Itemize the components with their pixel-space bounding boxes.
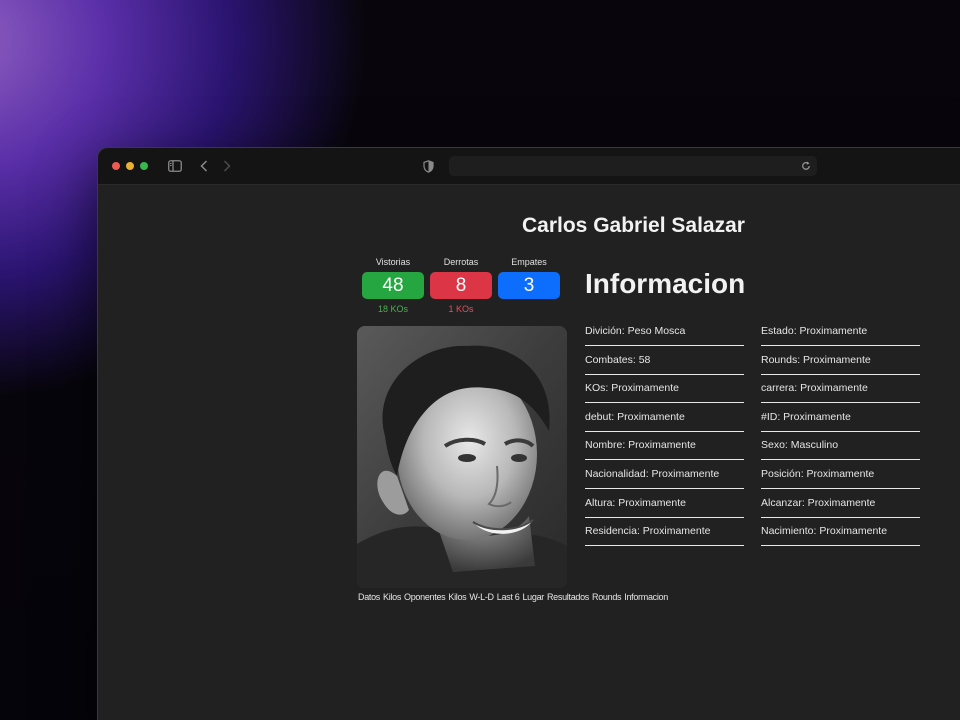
info-row: #ID: Proximamente xyxy=(761,405,920,432)
wins-stat: Vistorias 48 18 KOs xyxy=(362,255,424,315)
info-row: Nombre: Proximamente xyxy=(585,433,744,461)
info-row: Posición: Proximamente xyxy=(761,462,920,489)
info-column-right: Estado: Proximamente Rounds: Proximament… xyxy=(761,319,920,548)
tab-wld[interactable]: W-L-D xyxy=(469,592,494,602)
info-row: Combates: 58 xyxy=(585,348,744,375)
maximize-window-button[interactable] xyxy=(140,162,148,170)
tab-informacion[interactable]: Informacion xyxy=(624,592,668,602)
draws-sub-text xyxy=(498,303,560,315)
draws-stat: Empates 3 xyxy=(498,255,560,315)
tab-rounds[interactable]: Rounds xyxy=(592,592,622,602)
wins-kos-text: 18 KOs xyxy=(377,304,408,314)
tab-kilos[interactable]: Kilos xyxy=(383,592,401,602)
address-bar[interactable] xyxy=(449,156,817,176)
tab-oponentes[interactable]: Oponentes xyxy=(404,592,446,602)
tab-resultados[interactable]: Resultados xyxy=(547,592,589,602)
tab-datos[interactable]: Datos xyxy=(358,592,380,602)
close-window-button[interactable] xyxy=(112,162,120,170)
reload-icon[interactable] xyxy=(799,159,813,173)
info-row: debut: Proximamente xyxy=(585,405,744,432)
losses-stat: Derrotas 8 1 KOs xyxy=(430,255,492,315)
info-row: carrera: Proximamente xyxy=(761,376,920,404)
section-tabs: Datos Kilos Oponentes Kilos W-L-D Last 6… xyxy=(358,592,671,602)
info-row: Residencia: Proximamente xyxy=(585,519,744,547)
draws-label: Empates xyxy=(511,257,547,267)
fighter-photo xyxy=(357,326,567,588)
tab-lugar[interactable]: Lugar xyxy=(522,592,544,602)
browser-toolbar xyxy=(98,148,960,185)
back-icon[interactable] xyxy=(197,157,211,175)
info-row: Nacionalidad: Proximamente xyxy=(585,462,744,489)
losses-kos-text: 1 KOs xyxy=(448,304,474,314)
info-row: Altura: Proximamente xyxy=(585,491,744,518)
sidebar-icon[interactable] xyxy=(166,157,184,175)
info-heading: Informacion xyxy=(585,268,746,299)
browser-window: Carlos Gabriel Salazar Vistorias 48 18 K… xyxy=(98,148,960,720)
info-column-left: Divición: Peso Mosca Combates: 58 KOs: P… xyxy=(585,319,744,548)
info-row: Alcanzar: Proximamente xyxy=(761,491,920,518)
tab-last-6[interactable]: Last 6 xyxy=(497,592,520,602)
losses-label: Derrotas xyxy=(443,257,479,267)
info-row: KOs: Proximamente xyxy=(585,376,744,404)
info-row: Nacimiento: Proximamente xyxy=(761,519,920,547)
shield-icon[interactable] xyxy=(421,157,435,175)
info-row: Sexo: Masculino xyxy=(761,433,920,461)
draws-count-badge: 3 xyxy=(498,272,560,299)
fighter-profile-page: Carlos Gabriel Salazar Vistorias 48 18 K… xyxy=(98,185,960,720)
fighter-name: Carlos Gabriel Salazar xyxy=(522,214,745,237)
forward-icon[interactable] xyxy=(220,157,234,175)
losses-count-badge: 8 xyxy=(430,272,492,299)
wins-label: Vistorias xyxy=(375,257,411,267)
info-row: Divición: Peso Mosca xyxy=(585,319,744,346)
info-row: Estado: Proximamente xyxy=(761,319,920,346)
minimize-window-button[interactable] xyxy=(126,162,134,170)
tab-kilos-2[interactable]: Kilos xyxy=(448,592,466,602)
info-row: Rounds: Proximamente xyxy=(761,348,920,375)
wins-count-badge: 48 xyxy=(362,272,424,299)
